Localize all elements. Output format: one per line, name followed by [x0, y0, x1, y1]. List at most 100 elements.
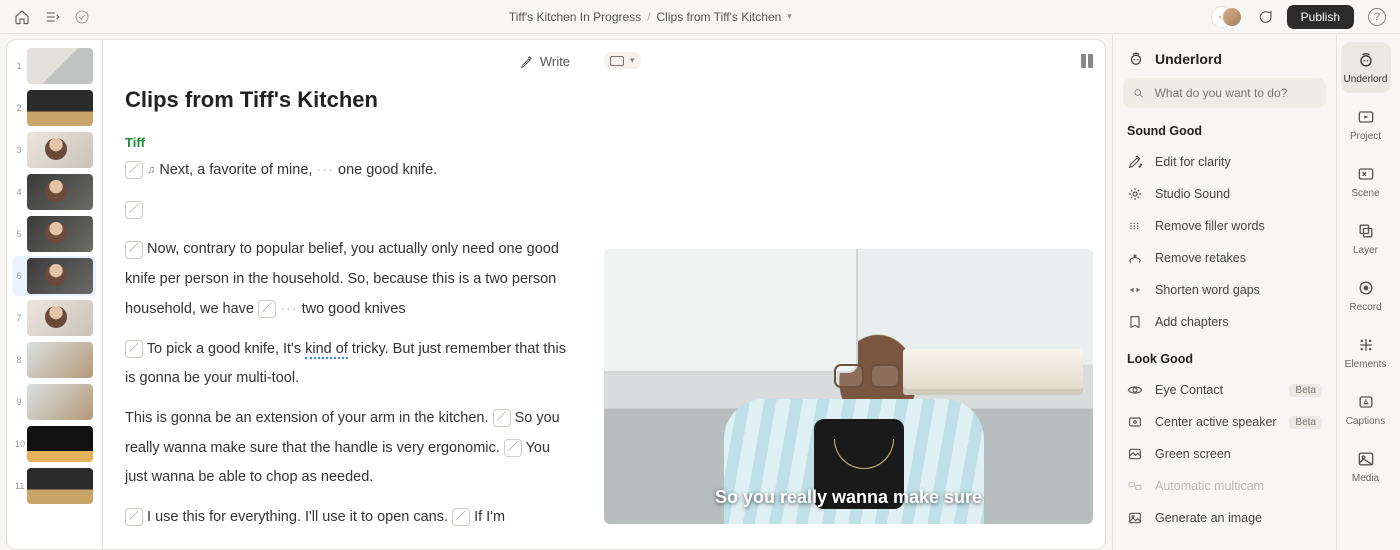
underlord-search-input[interactable]	[1153, 85, 1316, 101]
action-label: Automatic multicam	[1155, 479, 1264, 493]
action-label: Center active speaker	[1155, 415, 1277, 429]
breadcrumb[interactable]: Tiff's Kitchen In Progress / Clips from …	[509, 10, 792, 24]
underlord-action[interactable]: Green screen	[1123, 438, 1326, 470]
underlord-section-look: Look Good	[1127, 352, 1322, 366]
thumbnail-image[interactable]	[27, 174, 93, 210]
underlord-action[interactable]: Remove filler words	[1123, 210, 1326, 242]
clip-marker-icon[interactable]: ／	[125, 508, 143, 526]
document-title[interactable]: Clips from Tiff's Kitchen	[125, 87, 570, 113]
avatar[interactable]	[1221, 6, 1243, 28]
thumbnail-image[interactable]	[27, 300, 93, 336]
transcript-line[interactable]: This is gonna be an extension of your ar…	[125, 404, 570, 493]
right-rail: Underlord Project Scene Layer Record Elements…	[1336, 34, 1394, 550]
thumbnail-row[interactable]: 4	[13, 172, 96, 212]
rail-tab-project[interactable]: Project	[1341, 99, 1391, 150]
action-label: Generate an image	[1155, 511, 1262, 525]
clip-marker-icon[interactable]: ／	[493, 409, 511, 427]
action-icon	[1127, 414, 1143, 430]
rail-tab-layer[interactable]: Layer	[1341, 213, 1391, 264]
transcript-line[interactable]: ／ To pick a good knife, It's kind of tri…	[125, 335, 570, 394]
clip-marker-icon[interactable]: ／	[125, 340, 143, 358]
chevron-down-icon: ▾	[630, 55, 635, 66]
write-button[interactable]: Write	[520, 54, 570, 69]
thumbnail-image[interactable]	[27, 426, 93, 462]
transcript-line[interactable]: ／	[125, 196, 570, 226]
action-icon	[1127, 382, 1143, 398]
thumbnail-row[interactable]: 9	[13, 382, 96, 422]
thumbnail-row[interactable]: 8	[13, 340, 96, 380]
underlord-search[interactable]	[1123, 78, 1326, 108]
thumbnail-image[interactable]	[27, 48, 93, 84]
transcript-line[interactable]: ／ Now, contrary to popular belief, you a…	[125, 235, 570, 324]
video-preview[interactable]: So you really wanna make sure	[604, 249, 1093, 524]
spell-suggestion[interactable]: kind of	[305, 341, 348, 359]
columns-toggle-icon[interactable]	[1081, 54, 1093, 68]
clip-marker-icon[interactable]: ／	[452, 508, 470, 526]
rail-label: Underlord	[1344, 74, 1388, 85]
thumbnail-image[interactable]	[27, 258, 93, 294]
breadcrumb-title[interactable]: Clips from Tiff's Kitchen	[657, 10, 782, 24]
thumbnail-row[interactable]: 2	[13, 88, 96, 128]
rail-tab-scene[interactable]: Scene	[1341, 156, 1391, 207]
chevron-down-icon[interactable]: ▾	[787, 11, 792, 22]
music-note-icon: ♫	[147, 164, 155, 176]
thumbnail-row[interactable]: 5	[13, 214, 96, 254]
action-icon	[1127, 510, 1143, 526]
breadcrumb-separator: /	[647, 10, 650, 24]
clip-marker-icon[interactable]: ／	[258, 300, 276, 318]
breadcrumb-project[interactable]: Tiff's Kitchen In Progress	[509, 10, 641, 24]
rail-label: Layer	[1353, 245, 1378, 256]
underlord-action[interactable]: Generate an image	[1123, 502, 1326, 534]
list-menu-icon[interactable]	[44, 9, 60, 25]
approve-circle-icon[interactable]	[74, 9, 90, 25]
thumbnail-image[interactable]	[27, 384, 93, 420]
record-icon	[1356, 278, 1376, 298]
underlord-action[interactable]: Eye ContactBeta	[1123, 374, 1326, 406]
underlord-action[interactable]: Edit for clarity	[1123, 146, 1326, 178]
thumbnail-image[interactable]	[27, 132, 93, 168]
video-caption: So you really wanna make sure	[604, 487, 1093, 508]
project-icon	[1356, 107, 1376, 127]
thumbnail-image[interactable]	[27, 468, 93, 504]
rail-tab-record[interactable]: Record	[1341, 270, 1391, 321]
rail-tab-captions[interactable]: ACaptions	[1341, 384, 1391, 435]
rail-tab-underlord[interactable]: Underlord	[1341, 42, 1391, 93]
underlord-action[interactable]: Add chapters	[1123, 306, 1326, 338]
rail-tab-elements[interactable]: Elements	[1341, 327, 1391, 378]
help-icon[interactable]: ?	[1368, 8, 1386, 26]
underlord-action[interactable]: Remove retakes	[1123, 242, 1326, 274]
comment-icon[interactable]	[1257, 9, 1273, 25]
publish-button[interactable]: Publish	[1287, 5, 1354, 29]
thumbnail-row[interactable]: 10	[13, 424, 96, 464]
action-label: Remove filler words	[1155, 219, 1265, 233]
speaker-label[interactable]: Tiff	[125, 135, 570, 150]
action-icon	[1127, 154, 1143, 170]
rail-label: Record	[1349, 302, 1381, 313]
transcript-line[interactable]: ／ I use this for everything. I'll use it…	[125, 503, 570, 533]
thumbnail-row[interactable]: 6	[13, 256, 96, 296]
home-icon[interactable]	[14, 9, 30, 25]
layout-selector[interactable]: ▾	[604, 52, 641, 69]
thumbnail-row[interactable]: 7	[13, 298, 96, 338]
transcript-line[interactable]: ／ ♫ Next, a favorite of mine, ··· one go…	[125, 156, 570, 186]
underlord-action[interactable]: Shorten word gaps	[1123, 274, 1326, 306]
underlord-action[interactable]: Studio Sound	[1123, 178, 1326, 210]
script-editor[interactable]: Write Clips from Tiff's Kitchen Tiff ／ ♫…	[103, 40, 592, 549]
clip-marker-icon[interactable]: ／	[125, 201, 143, 219]
thumbnail-image[interactable]	[27, 90, 93, 126]
write-label: Write	[540, 54, 570, 69]
clip-marker-icon[interactable]: ／	[504, 439, 522, 457]
layer-icon	[1356, 221, 1376, 241]
thumbnail-row[interactable]: 3	[13, 130, 96, 170]
thumbnail-row[interactable]: 11	[13, 466, 96, 506]
underlord-action[interactable]: Center active speakerBeta	[1123, 406, 1326, 438]
collaborators[interactable]: +	[1211, 6, 1243, 28]
thumbnail-image[interactable]	[27, 216, 93, 252]
clip-marker-icon[interactable]: ／	[125, 161, 143, 179]
captions-icon: A	[1356, 392, 1376, 412]
thumbnail-row[interactable]: 1	[13, 46, 96, 86]
rail-label: Scene	[1351, 188, 1379, 199]
rail-tab-media[interactable]: Media	[1341, 441, 1391, 492]
thumbnail-image[interactable]	[27, 342, 93, 378]
clip-marker-icon[interactable]: ／	[125, 241, 143, 259]
